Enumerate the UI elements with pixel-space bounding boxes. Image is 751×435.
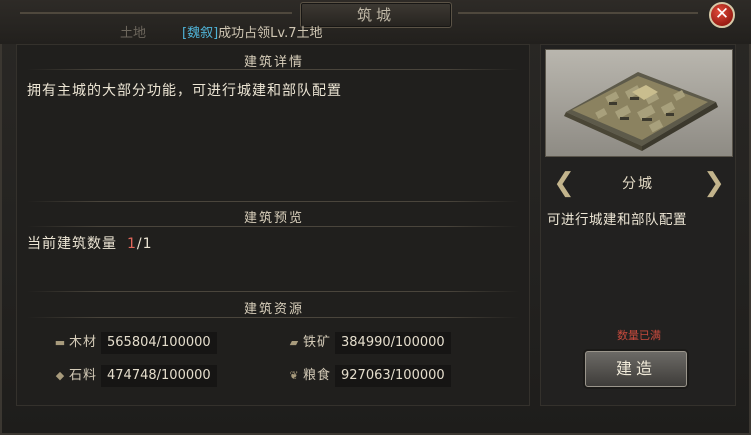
city-image — [545, 49, 733, 157]
dialog-title: 筑城 — [300, 2, 452, 28]
resource-label: 粮食 — [303, 368, 332, 383]
quantity-full-status: 数量已满 — [617, 329, 661, 342]
building-count-label: 当前建筑数量 — [27, 236, 117, 252]
resource-value: 384990/100000 — [335, 332, 451, 354]
resources-divider-top — [27, 291, 519, 292]
resource-label: 木材 — [69, 335, 98, 350]
resource-iron: ▰ 铁矿 384990/100000 — [285, 332, 451, 354]
building-selector: ❮ 分城 ❯ — [545, 165, 731, 201]
build-button[interactable]: 建造 — [585, 351, 687, 387]
chevron-right-icon: ❯ — [703, 168, 725, 198]
preview-divider-top — [27, 201, 519, 202]
building-description: 拥有主城的大部分功能，可进行城建和部队配置 — [27, 83, 342, 99]
building-short-description: 可进行城建和部队配置 — [547, 212, 687, 228]
resource-stone: ◆ 石料 474748/100000 — [51, 365, 217, 387]
building-info-panel: 建筑详情 拥有主城的大部分功能，可进行城建和部队配置 建筑预览 当前建筑数量 1/… — [16, 44, 530, 406]
close-button[interactable]: ✕ — [709, 2, 735, 28]
dialog-header: 筑城 土地 [魏叙]成功占领Lv.7土地 ✕ — [0, 0, 751, 44]
details-section-title: 建筑详情 — [243, 55, 304, 70]
resource-grain: ❦ 粮食 927063/100000 — [285, 365, 451, 387]
notice-kingdom-tag: [魏叙] — [182, 26, 219, 41]
resource-value: 565804/100000 — [101, 332, 217, 354]
iron-icon: ▰ — [289, 336, 299, 349]
resource-value: 474748/100000 — [101, 365, 217, 387]
grain-icon: ❦ — [289, 369, 299, 382]
resource-label: 石料 — [69, 368, 98, 383]
resource-label: 铁矿 — [303, 335, 332, 350]
close-icon: ✕ — [714, 4, 730, 24]
walled-city-illustration — [564, 72, 718, 151]
title-ornament-left — [20, 12, 292, 14]
notice-faded-text: 土地 — [120, 26, 147, 41]
preview-divider — [27, 226, 519, 227]
stone-icon: ◆ — [55, 369, 65, 382]
next-building-button[interactable]: ❯ — [703, 167, 725, 199]
notice-text: 成功占领Lv.7土地 — [218, 26, 323, 41]
building-count: 当前建筑数量 1/1 — [27, 233, 153, 253]
building-preview-panel: ❮ 分城 ❯ 可进行城建和部队配置 数量已满 建造 — [540, 44, 736, 406]
wood-icon: ▬ — [54, 336, 66, 349]
preview-section-title: 建筑预览 — [243, 211, 304, 226]
building-count-max: /1 — [136, 236, 153, 252]
resources-divider — [27, 317, 519, 318]
resource-wood: ▬ 木材 565804/100000 — [51, 332, 217, 354]
resource-value: 927063/100000 — [335, 365, 451, 387]
resources-section-title: 建筑资源 — [243, 302, 304, 317]
occupation-notice: 土地 [魏叙]成功占领Lv.7土地 — [120, 22, 323, 41]
title-ornament-right — [458, 12, 698, 14]
building-count-current: 1 — [127, 236, 137, 252]
details-divider — [27, 69, 519, 70]
